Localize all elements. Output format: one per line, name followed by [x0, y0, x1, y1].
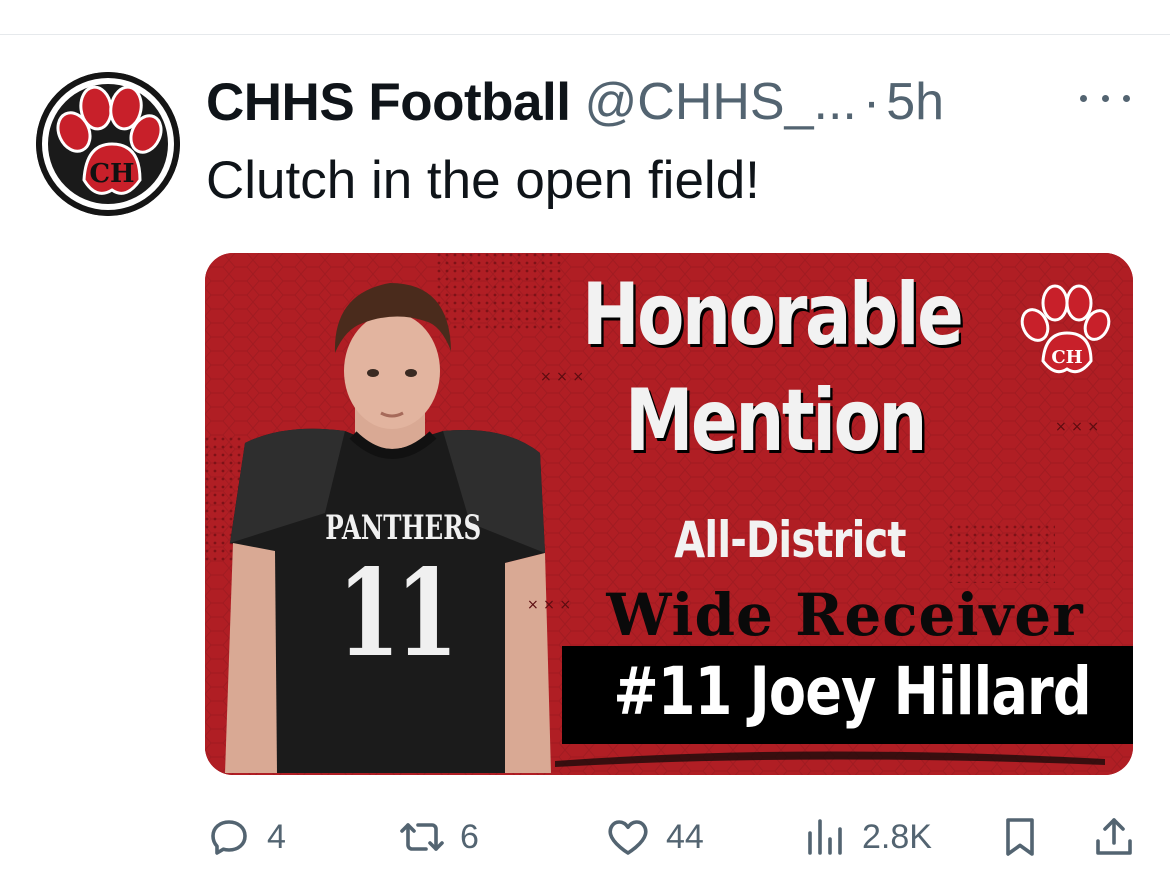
views-count: 2.8K	[862, 817, 932, 856]
views-button[interactable]: 2.8K	[800, 805, 932, 869]
like-button[interactable]: 44	[604, 805, 704, 869]
player-position: Wide Receiver	[606, 581, 1084, 649]
timestamp[interactable]: 5h	[886, 72, 944, 132]
display-name[interactable]: CHHS Football	[206, 72, 571, 133]
svg-text:× × ×: × × ×	[540, 369, 584, 385]
award-subtitle: All-District	[674, 511, 906, 569]
share-icon	[1096, 818, 1132, 855]
separator-dot: ·	[862, 73, 881, 131]
more-dot	[1123, 94, 1130, 102]
tweet[interactable]: CH CHHS Football @CHHS_... · 5h Clutch i…	[0, 0, 1170, 895]
tweet-media-image[interactable]: × × × × × × × × × CH PANTHERS 11 Honorab…	[205, 253, 1133, 775]
jersey-team-text: PANTHERS	[325, 508, 482, 548]
more-dots-icon[interactable]	[1080, 84, 1130, 112]
jersey-number: 11	[337, 543, 459, 684]
views-chart-icon	[808, 819, 842, 855]
like-count: 44	[666, 817, 704, 856]
graphic-logo-monogram: CH	[1051, 347, 1082, 368]
retweet-count: 6	[460, 817, 479, 856]
avatar-monogram: CH	[89, 159, 134, 189]
tweet-text: Clutch in the open field!	[206, 151, 760, 210]
avatar[interactable]: CH	[36, 72, 180, 216]
tweet-actions: 4 6 44 2.8K	[0, 805, 1170, 869]
svg-text:× × ×: × × ×	[1055, 419, 1099, 435]
handle[interactable]: @CHHS_...	[584, 72, 856, 132]
bookmark-button[interactable]	[996, 805, 1044, 869]
retweet-button[interactable]: 6	[398, 805, 479, 869]
headline-line1: Honorable	[582, 265, 964, 365]
player-name: #11 Joey Hillard	[613, 653, 1091, 730]
like-heart-icon	[608, 820, 648, 855]
retweet-icon	[400, 823, 444, 851]
bookmark-icon	[1006, 818, 1034, 856]
tweet-header: CHHS Football @CHHS_... · 5h	[206, 70, 1136, 134]
share-button[interactable]	[1090, 805, 1138, 869]
more-dot	[1101, 94, 1109, 102]
headline-line2: Mention	[624, 371, 927, 471]
paw-logo-icon: CH	[36, 72, 180, 216]
reply-icon	[211, 820, 247, 855]
more-dot	[1080, 94, 1087, 102]
reply-button[interactable]: 4	[205, 805, 286, 869]
reply-count: 4	[267, 817, 286, 856]
